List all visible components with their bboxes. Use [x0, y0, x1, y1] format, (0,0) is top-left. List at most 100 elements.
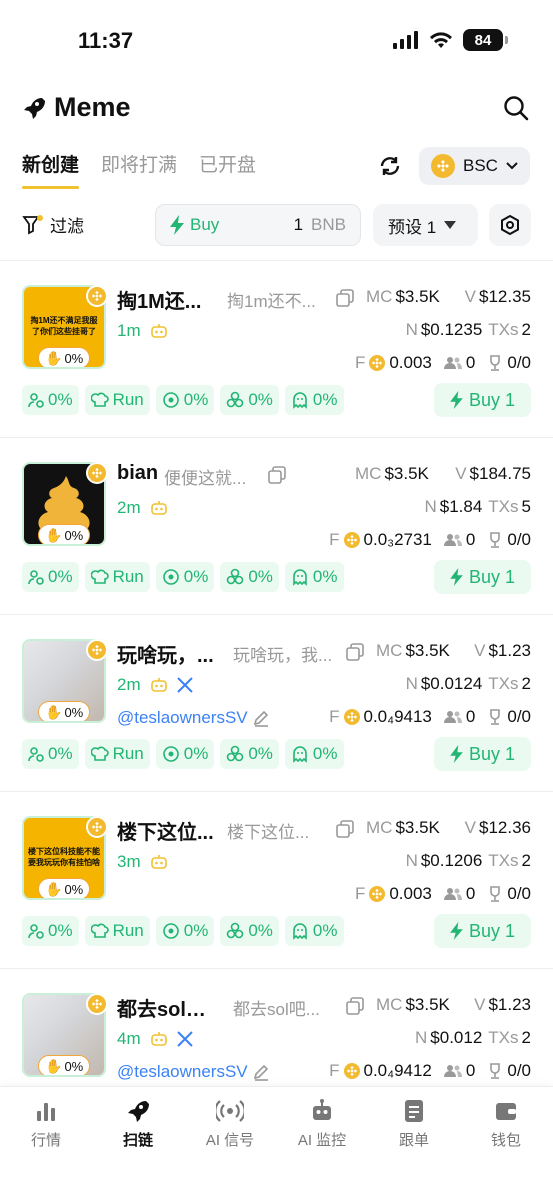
tag-value: 0% [248, 567, 273, 586]
chain-selector[interactable]: BSC [419, 147, 530, 185]
txs-value: 5 [521, 497, 531, 516]
mc-key: MC [376, 641, 403, 660]
mc-key: MC [366, 818, 393, 837]
twitter-handle[interactable]: @teslaownersSV [117, 708, 270, 728]
chef-hat-icon [90, 923, 109, 938]
tag-run: Run [84, 739, 150, 769]
tag-bundles: 0% [220, 916, 279, 946]
preset-dropdown[interactable]: 预设 1 [373, 204, 478, 246]
quick-buy-button[interactable]: Buy 1 [434, 560, 531, 594]
age-value: 1m [117, 321, 141, 340]
txs-value: 2 [521, 1028, 531, 1047]
txs-key: TXs [488, 1028, 519, 1047]
progress-value: 0% [64, 881, 84, 897]
v-value: $12.35 [479, 287, 531, 306]
txs-key: TXs [488, 320, 519, 339]
eye-target-icon [162, 923, 179, 939]
fee-row: F 0.0₄9412 0 0/0 [329, 1061, 531, 1081]
eye-target-icon [162, 392, 179, 408]
token-name: 都去sol吧... [117, 999, 222, 1021]
eye-target-icon [162, 569, 179, 585]
x-twitter-icon[interactable] [176, 677, 193, 693]
trophy-value: 0/0 [507, 353, 531, 372]
copy-icon[interactable] [336, 289, 354, 312]
n-value: $0.1235 [420, 320, 483, 339]
nav-wallet[interactable]: 钱包 [460, 1099, 552, 1150]
token-card[interactable]: ✋ 0% 玩啥玩，... 玩啥玩，我... MC $3.5K V $1.23 2m N $0.012… [0, 615, 553, 792]
fee-value: 0.0₄9412 [363, 1061, 432, 1080]
quick-buy-button[interactable]: Buy 1 [434, 914, 531, 948]
nav-ai-signal[interactable]: AI 信号 [184, 1099, 276, 1150]
txs-value: 2 [521, 320, 531, 339]
trophy-icon [490, 532, 501, 548]
copy-icon[interactable] [336, 820, 354, 843]
copy-icon[interactable] [346, 997, 364, 1020]
price-and-txs: N $0.012 TXs 2 [415, 1028, 531, 1048]
n-value: $0.0124 [420, 674, 483, 693]
n-value: $0.012 [430, 1028, 483, 1047]
tab-new-created[interactable]: 新创建 [22, 150, 80, 189]
txs-key: TXs [488, 497, 519, 516]
filter-button[interactable]: 过滤 [22, 212, 84, 237]
quick-buy-button[interactable]: Buy 1 [434, 383, 531, 417]
tag-value: 0% [183, 567, 209, 586]
txs-key: TXs [488, 674, 519, 693]
progress-pill: ✋ 0% [38, 347, 91, 367]
token-card[interactable]: ✋ 0% bian 便便这就... MC $3.5K V $184.75 2m N $1.84 TXs… [0, 438, 553, 615]
metric-tags: 0% Run 0% 0% 0% [22, 916, 344, 946]
ghost-icon [293, 746, 307, 763]
mc-key: MC [376, 995, 403, 1014]
copy-icon[interactable] [346, 643, 364, 666]
tag-value: 0% [48, 567, 73, 586]
token-card[interactable]: 楼下这位科技能不能要我玩玩你有挂怕啥 ✋ 0% 楼下这位... 楼下这位... MC $3.… [0, 792, 553, 969]
nav-scan-chain[interactable]: 扫链 [92, 1099, 184, 1150]
token-card[interactable]: ✋ 0% 都去sol吧... 都去sol吧... MC $3.5K V $1.23 4m N $0.… [0, 969, 553, 1086]
v-value: $1.23 [488, 641, 531, 660]
volume: V $12.35 [465, 287, 531, 307]
tag-snipers: 0% [284, 562, 344, 592]
mc-key: MC [366, 287, 393, 306]
nav-copy-trade[interactable]: 跟单 [368, 1099, 460, 1150]
person-star-icon [28, 570, 44, 585]
token-list[interactable]: 掏1M还不满足我服了你们这些挂哥了 ✋ 0% 掏1M还... 掏1m还不... MC $3.… [0, 261, 553, 1086]
cubes-icon [227, 745, 244, 762]
mc-value: $3.5K [405, 641, 450, 660]
tag-top10-holders: 0% [22, 916, 79, 946]
settings-button[interactable] [489, 204, 531, 246]
bot-icon [150, 501, 167, 515]
holders-icon [443, 888, 462, 900]
search-button[interactable] [503, 95, 529, 126]
tag-bundles: 0% [220, 385, 279, 415]
price-and-txs: N $0.1206 TXs 2 [406, 851, 531, 871]
n-key: N [405, 851, 418, 870]
fee-row: F 0.0₃2731 0 0/0 [329, 530, 531, 550]
tag-run: Run [84, 562, 150, 592]
tab-opened[interactable]: 已开盘 [199, 150, 256, 189]
chevron-down-icon [506, 162, 518, 170]
quick-buy-amount[interactable]: Buy 1 BNB [155, 204, 361, 246]
nav-ai-monitor[interactable]: AI 监控 [276, 1099, 368, 1150]
nav-scan-chain-label: 扫链 [122, 1132, 153, 1149]
twitter-handle[interactable]: @teslaownersSV [117, 1062, 270, 1082]
ghost-icon [293, 569, 307, 586]
x-twitter-icon[interactable] [176, 1031, 193, 1047]
tab-almost-full[interactable]: 即将打满 [101, 150, 177, 189]
fee-value: 0.003 [389, 884, 432, 903]
v-key: V [464, 818, 476, 837]
bottom-nav: 行情 扫链 AI 信号 AI 监控 跟单 钱包 [0, 1086, 553, 1200]
rocket-icon [24, 97, 45, 119]
progress-value: 0% [64, 1058, 84, 1074]
token-card[interactable]: 掏1M还不满足我服了你们这些挂哥了 ✋ 0% 掏1M还... 掏1m还不... MC $3.… [0, 261, 553, 438]
n-key: N [424, 497, 437, 516]
fee-value: 0.0₃2731 [363, 530, 432, 549]
signal-icon [393, 31, 418, 49]
refresh-button[interactable] [378, 154, 402, 183]
copy-icon[interactable] [268, 466, 286, 489]
nav-market[interactable]: 行情 [0, 1099, 92, 1150]
v-value: $184.75 [469, 464, 531, 483]
txs-key: TXs [488, 851, 519, 870]
token-age: 1m [117, 321, 167, 341]
quick-buy-button[interactable]: Buy 1 [434, 737, 531, 771]
chef-hat-icon [90, 746, 109, 761]
holders-icon [443, 357, 462, 369]
